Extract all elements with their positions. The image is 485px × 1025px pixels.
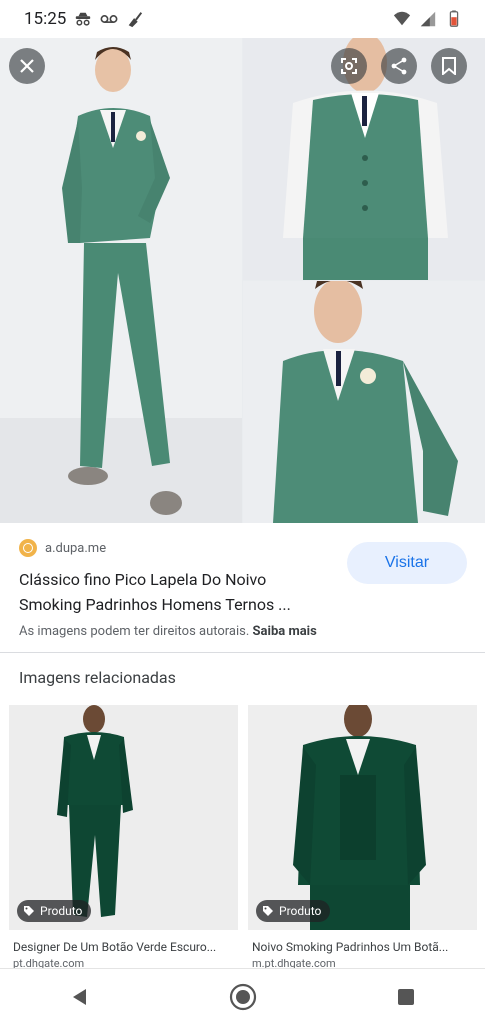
- source-domain: a.dupa.me: [45, 540, 107, 556]
- tag-icon: [24, 906, 34, 916]
- learn-more-link[interactable]: Saiba mais: [253, 624, 317, 639]
- voicemail-icon: [100, 15, 118, 23]
- lens-button[interactable]: [331, 48, 367, 84]
- related-image-1[interactable]: Produto: [9, 705, 238, 930]
- signal-icon: [420, 11, 436, 27]
- bookmark-icon: [442, 57, 456, 75]
- related-heading: Imagens relacionadas: [19, 668, 176, 687]
- recents-icon[interactable]: [396, 987, 416, 1007]
- rights-text: As imagens podem ter direitos autorais.: [19, 624, 250, 639]
- dark-green-suit-photo: [248, 705, 477, 930]
- close-button[interactable]: [9, 48, 45, 84]
- lens-icon: [341, 58, 357, 74]
- home-icon[interactable]: [229, 983, 257, 1011]
- dark-green-suit-photo: [9, 705, 238, 930]
- close-icon: [20, 59, 34, 73]
- share-button[interactable]: [381, 48, 417, 84]
- visit-button[interactable]: Visitar: [347, 542, 467, 584]
- save-button[interactable]: [431, 48, 467, 84]
- share-icon: [391, 57, 407, 75]
- status-bar: 15:25: [0, 0, 485, 38]
- result-info: a.dupa.me Clássico fino Pico Lapela Do N…: [0, 523, 485, 653]
- back-icon[interactable]: [70, 987, 90, 1007]
- related-caption-1[interactable]: Designer De Um Botão Verde Escuro...: [13, 940, 242, 954]
- product-badge: Produto: [17, 900, 92, 922]
- image-preview[interactable]: [0, 38, 485, 523]
- result-title[interactable]: Clássico fino Pico Lapela Do Noivo Smoki…: [19, 567, 329, 617]
- clean-icon: [129, 12, 143, 28]
- section-divider: [0, 652, 485, 653]
- suit-full-photo: [0, 38, 242, 523]
- site-favicon-icon: [19, 539, 37, 557]
- incognito-icon: [76, 12, 91, 26]
- battery-icon: [449, 10, 459, 27]
- related-caption-2[interactable]: Noivo Smoking Padrinhos Um Botã...: [252, 940, 481, 954]
- clock: 15:25: [24, 9, 67, 29]
- copyright-notice: As imagens podem ter direitos autorais. …: [19, 624, 317, 639]
- product-badge: Produto: [256, 900, 331, 922]
- tag-icon: [263, 906, 273, 916]
- system-nav-bar: [0, 968, 485, 1025]
- suit-jacket-photo: [243, 279, 485, 523]
- related-image-2[interactable]: Produto: [248, 705, 477, 930]
- wifi-icon: [393, 11, 411, 26]
- source-row[interactable]: a.dupa.me: [19, 539, 106, 557]
